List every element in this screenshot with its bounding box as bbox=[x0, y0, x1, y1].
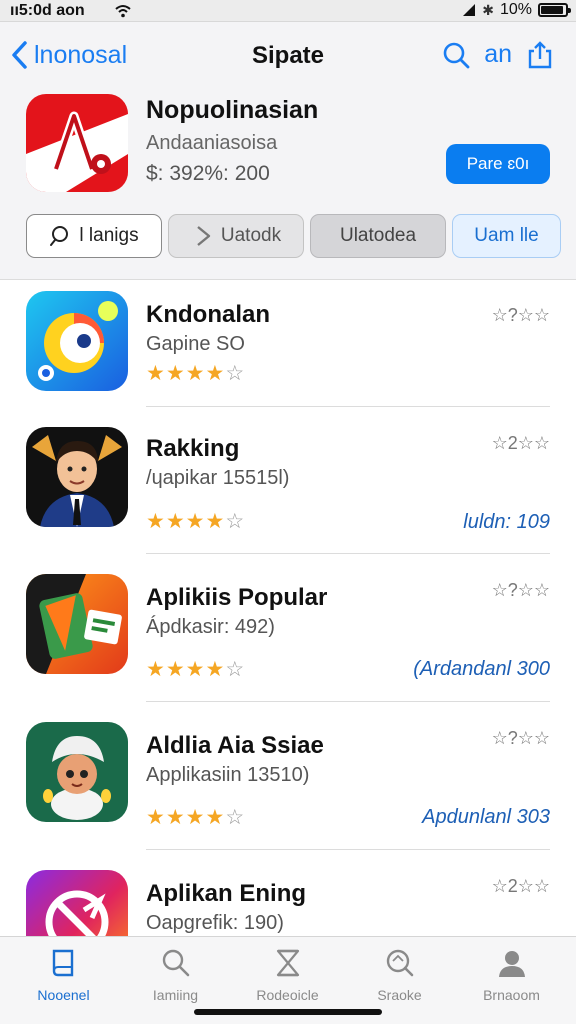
star-empty-icon: ☆ bbox=[225, 510, 246, 533]
featured-get-button[interactable]: Pare ɛ0ı bbox=[446, 144, 550, 184]
rating-label: ☆?☆☆ bbox=[491, 580, 550, 600]
tab-label: Sraoke bbox=[377, 987, 422, 1003]
app-icon bbox=[26, 427, 128, 527]
tablet-card-app-icon bbox=[26, 574, 128, 674]
tab-discover[interactable]: Sraoke bbox=[342, 947, 457, 1003]
chip-1[interactable]: l lanigs bbox=[26, 214, 162, 258]
app-subtitle: Ápdkasir: 492) bbox=[146, 616, 275, 638]
filter-chips: l lanigs Uatodk Ulatodea Uam lle bbox=[26, 214, 561, 258]
bluetooth-icon: ✱ bbox=[482, 1, 494, 18]
app-title: Aldlia Aia Ssiae bbox=[146, 732, 324, 759]
tab-hourglass[interactable]: Rodeoicle bbox=[230, 947, 345, 1003]
star-empty-icon: ☆ bbox=[225, 658, 246, 681]
back-button[interactable]: lnonosal bbox=[10, 40, 127, 70]
tab-today[interactable]: Nooenel bbox=[6, 947, 121, 1003]
chip-label: Ulatodea bbox=[339, 225, 417, 246]
avatar-man-app-icon bbox=[26, 427, 128, 527]
app-icon bbox=[26, 722, 128, 822]
app-subtitle: Gapine SO bbox=[146, 333, 245, 355]
battery-icon bbox=[538, 3, 571, 17]
search-icon bbox=[50, 226, 69, 246]
star-icon: ★★★★ bbox=[146, 806, 226, 829]
list-item[interactable]: Aplikiis Popular Ápdkasir: 492) ★★★★☆ ☆?… bbox=[0, 554, 576, 702]
tab-account[interactable]: Brnaoom bbox=[454, 947, 569, 1003]
chip-3[interactable]: Ulatodea bbox=[310, 214, 446, 258]
search-icon[interactable] bbox=[442, 41, 470, 69]
status-time: ıı5:0d aon bbox=[10, 2, 85, 19]
hourglass-icon bbox=[276, 949, 299, 977]
magnifier-icon bbox=[386, 949, 413, 977]
star-rating: ★★★★☆ bbox=[146, 657, 245, 682]
app-title: Aplikiis Popular bbox=[146, 584, 328, 611]
tab-label: Brnaoom bbox=[483, 987, 540, 1003]
star-empty-icon: ☆ bbox=[225, 362, 246, 385]
app-icon bbox=[26, 291, 128, 391]
app-title: Rakking bbox=[146, 435, 240, 462]
star-icon: ★★★★ bbox=[146, 658, 226, 681]
app-action-link[interactable]: luldn: 109 bbox=[463, 511, 550, 534]
app-action-link[interactable]: Apdunlanl 303 bbox=[422, 806, 550, 829]
battery-percent: 10% bbox=[499, 1, 532, 18]
app-subtitle: Applikasiin 13510) bbox=[146, 764, 310, 786]
nav-right-group: an bbox=[442, 40, 554, 69]
app-subtitle: Oapgrefik: 190) bbox=[146, 912, 284, 934]
adobe-acrobat-style-icon bbox=[26, 94, 128, 192]
tab-label: Rodeoicle bbox=[256, 987, 319, 1003]
colorful-cartoon-app-icon bbox=[26, 291, 128, 391]
tab-label: Iamiing bbox=[152, 987, 199, 1003]
header-area: lnonosal Sipate an Nopuolinasian Andaani… bbox=[0, 22, 576, 280]
rating-label: ☆?☆☆ bbox=[491, 728, 550, 748]
back-label: lnonosal bbox=[34, 40, 128, 69]
rating-label: ☆2☆☆ bbox=[491, 433, 550, 453]
star-empty-icon: ☆ bbox=[225, 806, 246, 829]
rating-label: ☆?☆☆ bbox=[491, 305, 550, 325]
app-title: Aplikan Ening bbox=[146, 880, 307, 907]
home-indicator bbox=[194, 1009, 382, 1015]
app-title: Kndonalan bbox=[146, 301, 270, 328]
chevron-right-icon bbox=[197, 226, 211, 246]
star-icon: ★★★★ bbox=[146, 362, 226, 385]
list-item[interactable]: Kndonalan Gapine SO ★★★★☆ ☆?☆☆ bbox=[0, 281, 576, 427]
chip-label: Uam lle bbox=[474, 225, 539, 246]
app-subtitle: /ɥapikar 15515l) bbox=[146, 467, 290, 489]
status-bar: ıı5:0d aon ✱ 10% bbox=[0, 0, 576, 22]
chip-4[interactable]: Uam lle bbox=[452, 214, 561, 258]
star-rating: ★★★★☆ bbox=[146, 509, 245, 534]
tab-search[interactable]: Iamiing bbox=[118, 947, 233, 1003]
list-item[interactable]: Rakking /ɥapikar 15515l) ★★★★☆ ☆2☆☆ luld… bbox=[0, 407, 576, 554]
tab-label: Nooenel bbox=[37, 987, 90, 1003]
featured-price: $: 392%: 200 bbox=[146, 162, 270, 185]
chip-label: l lanigs bbox=[79, 225, 139, 246]
app-action-link[interactable]: (Ardandanl 300 bbox=[413, 658, 550, 681]
list-item[interactable]: Aldlia Aia Ssiae Applikasiin 13510) ★★★★… bbox=[0, 702, 576, 850]
app-icon bbox=[26, 574, 128, 674]
featured-subtitle: Andaaniasoisa bbox=[146, 132, 278, 154]
book-icon bbox=[52, 949, 73, 977]
rating-label: ☆2☆☆ bbox=[491, 876, 550, 896]
star-icon: ★★★★ bbox=[146, 510, 226, 533]
featured-title: Nopuolinasian bbox=[146, 96, 319, 124]
chevron-left-icon bbox=[12, 41, 27, 69]
signal-icon bbox=[463, 4, 476, 16]
nav-right-label[interactable]: an bbox=[484, 40, 512, 69]
search-icon bbox=[162, 949, 189, 977]
green-character-app-icon bbox=[26, 722, 128, 822]
chip-2[interactable]: Uatodk bbox=[168, 214, 304, 258]
share-icon[interactable] bbox=[526, 40, 554, 69]
status-right: ✱ 10% bbox=[462, 1, 571, 19]
featured-app-icon[interactable] bbox=[26, 94, 128, 192]
star-rating: ★★★★☆ bbox=[146, 805, 245, 830]
chip-label: Uatodk bbox=[220, 225, 282, 246]
star-rating: ★★★★☆ bbox=[146, 361, 245, 386]
wifi-icon bbox=[115, 5, 131, 18]
person-icon bbox=[498, 951, 525, 977]
